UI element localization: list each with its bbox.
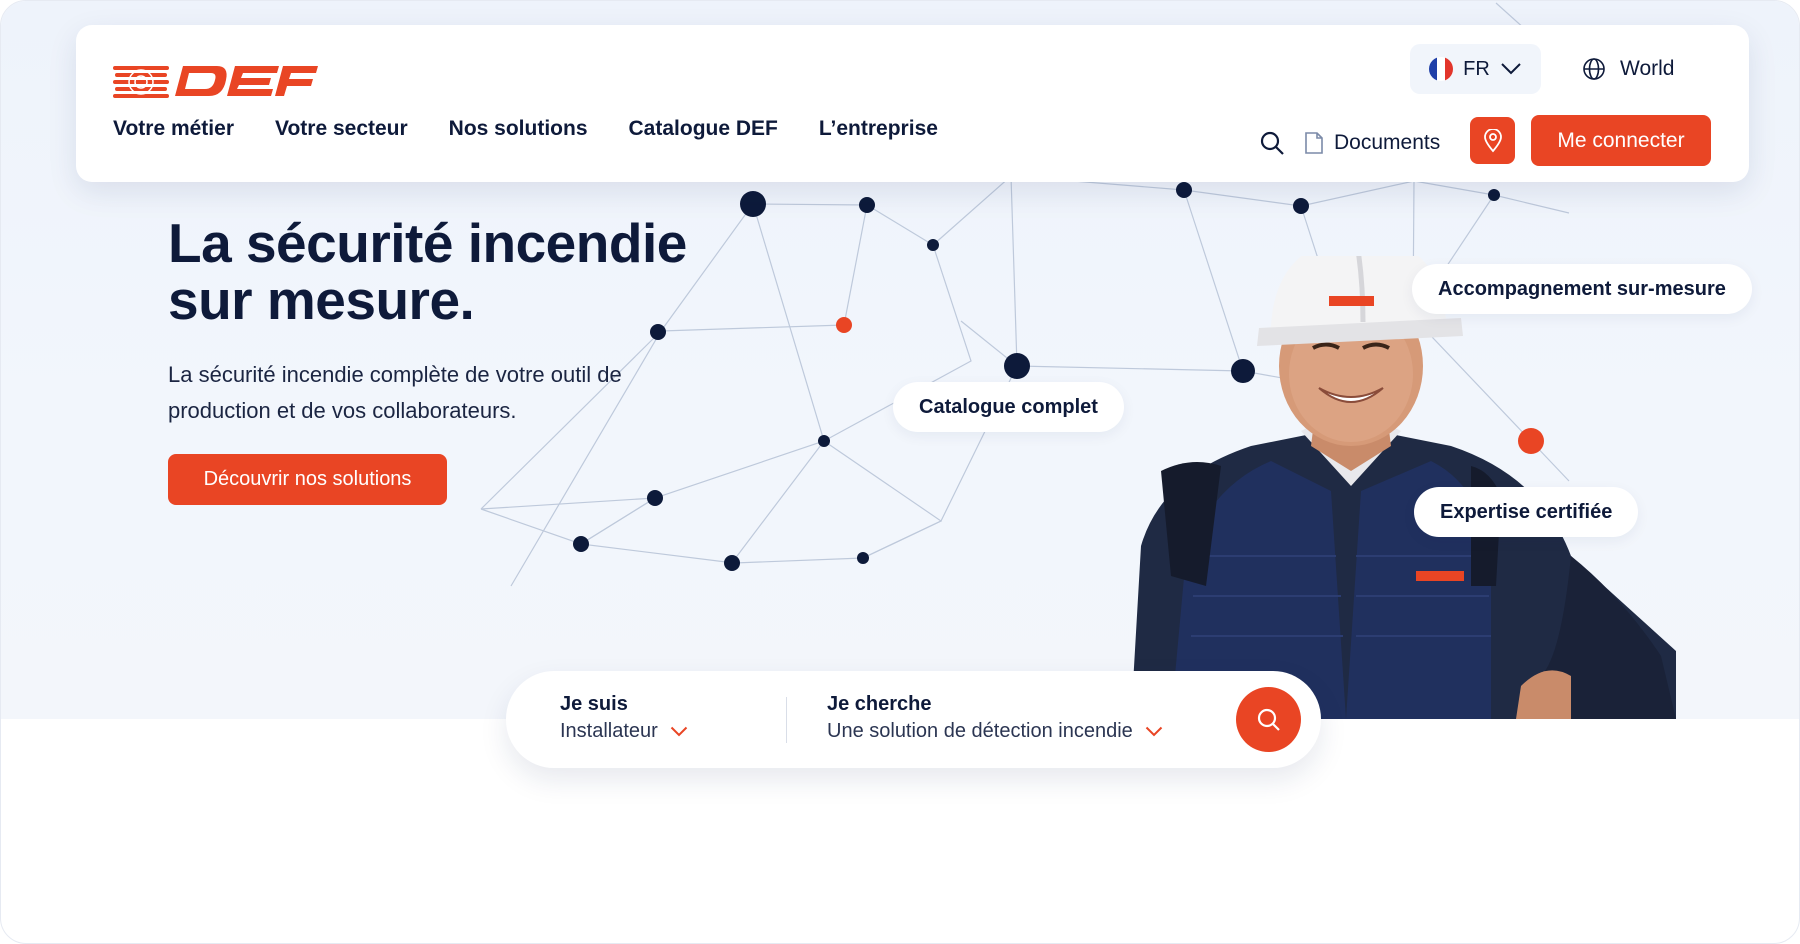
search-icon: [1260, 131, 1284, 155]
page: Votre métier Votre secteur Nos solutions…: [0, 0, 1800, 944]
chevron-down-icon: [670, 726, 688, 737]
login-button[interactable]: Me connecter: [1531, 115, 1711, 166]
language-selector[interactable]: FR: [1410, 44, 1541, 94]
documents-label: Documents: [1334, 131, 1441, 154]
profile-label: Je suis: [560, 693, 628, 715]
need-label: Je cherche: [827, 693, 932, 715]
france-flag-icon: [1429, 57, 1454, 81]
site-header: Votre métier Votre secteur Nos solutions…: [76, 25, 1749, 182]
def-logo[interactable]: [113, 60, 318, 100]
hero-title: La sécurité incendie sur mesure.: [168, 212, 687, 331]
document-icon: [1305, 132, 1323, 154]
map-pin-icon: [1483, 128, 1502, 152]
documents-link[interactable]: Documents: [1304, 123, 1440, 163]
pill-expertise: Expertise certifiée: [1414, 487, 1639, 537]
divider: [786, 697, 787, 743]
profile-value: Installateur: [560, 720, 658, 742]
pill-catalogue: Catalogue complet: [893, 382, 1124, 432]
world-link[interactable]: World: [1582, 44, 1674, 94]
language-code: FR: [1463, 57, 1490, 80]
search-icon: [1257, 708, 1280, 731]
profile-select[interactable]: Je suis Installateur: [560, 693, 688, 743]
search-submit-button[interactable]: [1236, 687, 1301, 752]
chevron-down-icon: [1145, 726, 1162, 737]
need-select[interactable]: Je cherche Une solution de détection inc…: [827, 693, 1163, 743]
nav-catalogue-def[interactable]: Catalogue DEF: [629, 117, 778, 141]
pill-accompagnement: Accompagnement sur-mesure: [1412, 264, 1752, 314]
world-label: World: [1620, 57, 1675, 80]
hero-subtitle: La sécurité incendie complète de votre o…: [168, 362, 622, 423]
need-value: Une solution de détection incendie: [827, 720, 1133, 742]
solution-finder: Je suis Installateur Je cherche Une solu…: [506, 671, 1321, 768]
main-nav: Votre métier Votre secteur Nos solutions…: [113, 117, 938, 141]
search-button[interactable]: [1254, 125, 1290, 161]
nav-votre-secteur[interactable]: Votre secteur: [275, 117, 408, 141]
discover-solutions-button[interactable]: Découvrir nos solutions: [168, 454, 447, 505]
nav-entreprise[interactable]: L’entreprise: [819, 117, 938, 141]
nav-nos-solutions[interactable]: Nos solutions: [449, 117, 588, 141]
store-locator-button[interactable]: [1470, 117, 1515, 164]
chevron-down-icon: [1501, 63, 1521, 75]
nav-votre-metier[interactable]: Votre métier: [113, 117, 234, 141]
globe-icon: [1583, 58, 1605, 80]
